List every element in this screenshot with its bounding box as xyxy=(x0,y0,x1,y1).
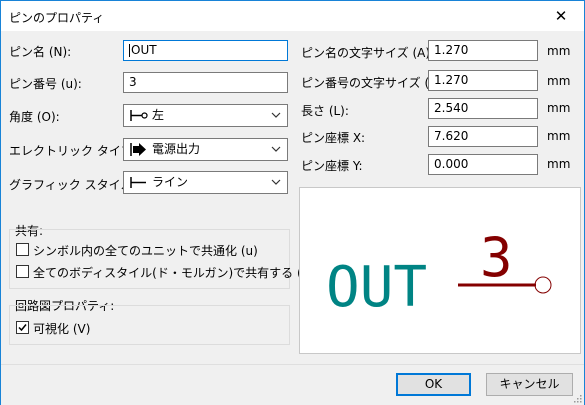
preview-pin-end-circle xyxy=(534,276,552,294)
visible-checkbox[interactable] xyxy=(16,321,29,334)
line-style-icon xyxy=(130,177,146,188)
graphic-style-select[interactable]: ライン xyxy=(123,171,288,194)
name-text-size-value: 1.270 xyxy=(434,43,469,57)
unit-label: mm xyxy=(547,157,571,171)
length-label: 長さ (L): xyxy=(301,104,349,118)
pos-x-label: ピン座標 X: xyxy=(301,131,366,145)
name-text-size-input[interactable]: 1.270 xyxy=(428,40,538,61)
close-icon[interactable]: ✕ xyxy=(538,1,584,31)
preview-pin-number: 3 xyxy=(480,226,513,289)
unit-label: mm xyxy=(547,74,571,88)
pos-y-input[interactable]: 0.000 xyxy=(428,154,538,175)
electrical-type-select[interactable]: 電源出力 xyxy=(123,138,288,161)
chevron-down-icon xyxy=(271,112,281,118)
orientation-label: 角度 (O): xyxy=(9,110,60,124)
checkmark-icon xyxy=(18,324,27,332)
pin-preview: OUT 3 xyxy=(299,187,581,354)
pin-number-input[interactable]: 3 xyxy=(123,72,288,93)
name-text-size-label: ピン名の文字サイズ (A): xyxy=(301,46,435,60)
pos-x-input[interactable]: 7.620 xyxy=(428,126,538,147)
text-caret xyxy=(129,44,130,57)
resize-grip-icon[interactable] xyxy=(572,393,582,403)
electrical-type-value: 電源出力 xyxy=(152,142,201,156)
graphic-style-value: ライン xyxy=(152,175,189,189)
pin-number-value: 3 xyxy=(129,75,137,89)
cancel-button[interactable]: キャンセル xyxy=(486,373,573,396)
chevron-down-icon xyxy=(271,179,281,185)
number-text-size-value: 1.270 xyxy=(434,73,469,87)
unit-label: mm xyxy=(547,101,571,115)
length-input[interactable]: 2.540 xyxy=(428,98,538,119)
pos-x-value: 7.620 xyxy=(434,129,469,143)
pin-properties-dialog: ピンのプロパティ ✕ ピン名 (N): OUT ピン番号 (u): 3 角度 (… xyxy=(0,0,585,405)
button-bar: OK キャンセル xyxy=(1,364,584,405)
chevron-down-icon xyxy=(271,146,281,152)
pin-preview-canvas: OUT 3 xyxy=(326,226,552,320)
title-bar[interactable]: ピンのプロパティ ✕ xyxy=(1,1,584,31)
all-styles-checkbox[interactable] xyxy=(16,265,29,278)
pos-y-value: 0.000 xyxy=(434,157,469,171)
ok-button[interactable]: OK xyxy=(396,373,471,396)
pin-left-icon xyxy=(130,110,148,121)
all-units-label[interactable]: シンボル内の全てのユニットで共通化 (u) xyxy=(33,242,258,259)
number-text-size-label: ピン番号の文字サイズ (X): xyxy=(301,76,447,90)
unit-label: mm xyxy=(547,129,571,143)
orientation-value: 左 xyxy=(152,108,165,122)
pin-name-value: OUT xyxy=(131,43,157,57)
length-value: 2.540 xyxy=(434,101,469,115)
all-styles-label[interactable]: 全てのボディスタイル(ド・モルガン)で共有する (S) xyxy=(33,264,314,281)
all-units-checkbox[interactable] xyxy=(16,243,29,256)
pos-y-label: ピン座標 Y: xyxy=(301,159,363,173)
orientation-select[interactable]: 左 xyxy=(123,104,288,127)
power-output-arrow-icon xyxy=(130,143,146,156)
visible-label[interactable]: 可視化 (V) xyxy=(33,320,90,337)
pin-name-label: ピン名 (N): xyxy=(9,45,72,59)
window-title: ピンのプロパティ xyxy=(9,11,105,25)
number-text-size-input[interactable]: 1.270 xyxy=(428,70,538,91)
pin-name-input[interactable]: OUT xyxy=(123,40,288,61)
preview-pin-name: OUT xyxy=(326,255,427,320)
pin-number-label: ピン番号 (u): xyxy=(9,77,82,91)
unit-label: mm xyxy=(547,44,571,58)
